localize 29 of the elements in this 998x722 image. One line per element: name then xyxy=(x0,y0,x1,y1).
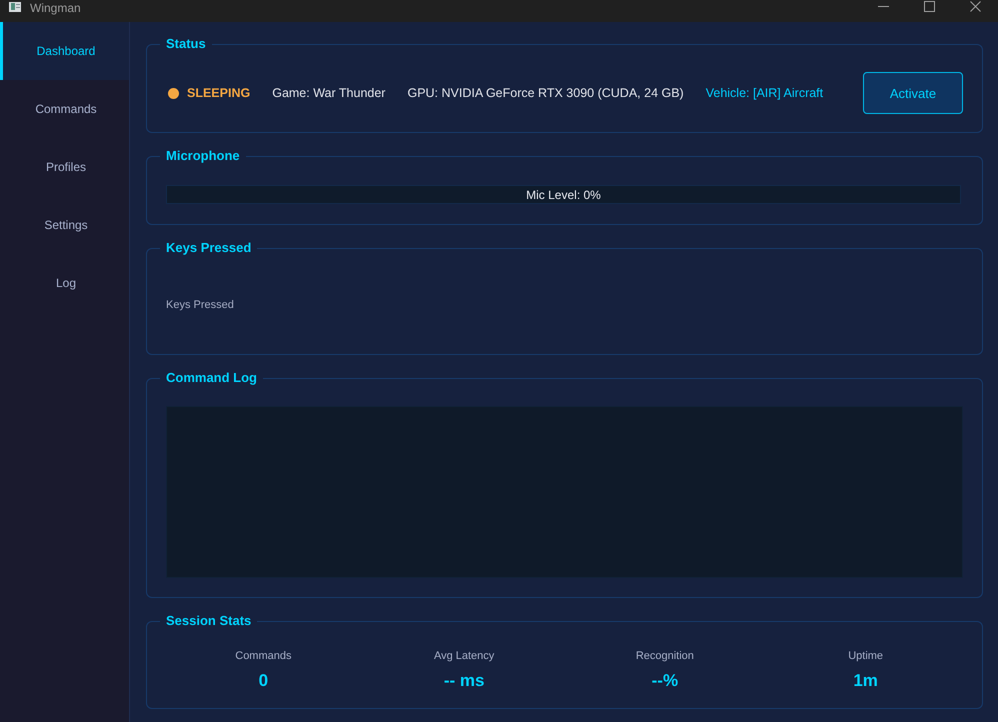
stat-label: Commands xyxy=(235,650,292,663)
app-icon xyxy=(9,2,21,12)
status-state: SLEEPING xyxy=(187,86,250,100)
panel-title: Microphone xyxy=(165,148,241,164)
stat-value: 1m xyxy=(853,671,878,690)
panel-title: Status xyxy=(165,36,207,52)
mic-level-reading: Mic Level: 0% xyxy=(526,188,601,202)
stat-value: --% xyxy=(652,671,678,690)
sidebar-item[interactable]: Dashboard xyxy=(0,22,129,80)
close-icon xyxy=(970,1,980,12)
sidebar-item[interactable]: Profiles xyxy=(0,138,129,196)
maximize-icon xyxy=(924,1,934,12)
stat-label: Uptime xyxy=(848,650,884,663)
gpu-info: GPU: NVIDIA GeForce RTX 3090 (CUDA, 24 GB) xyxy=(407,86,684,100)
stat-value: 0 xyxy=(258,671,268,690)
sidebar-item[interactable]: Settings xyxy=(0,196,129,254)
panel-title: Session Stats xyxy=(165,613,252,629)
sidebar-item[interactable]: Commands xyxy=(0,80,129,138)
panel-title: Keys Pressed xyxy=(165,240,252,256)
stat-label: Recognition xyxy=(636,650,694,663)
stat-label: Avg Latency xyxy=(434,650,494,663)
stat-value: -- ms xyxy=(444,671,484,690)
vehicle-info: Vehicle: [AIR] Aircraft xyxy=(706,86,824,100)
window-title: Wingman xyxy=(30,0,81,14)
game-info: Game: War Thunder xyxy=(272,86,386,100)
activate-button[interactable]: Activate xyxy=(863,72,963,114)
panel-title: Command Log xyxy=(165,370,258,386)
sidebar-item[interactable]: Log xyxy=(0,254,129,312)
keys-pressed-text: Keys Pressed xyxy=(166,299,234,311)
